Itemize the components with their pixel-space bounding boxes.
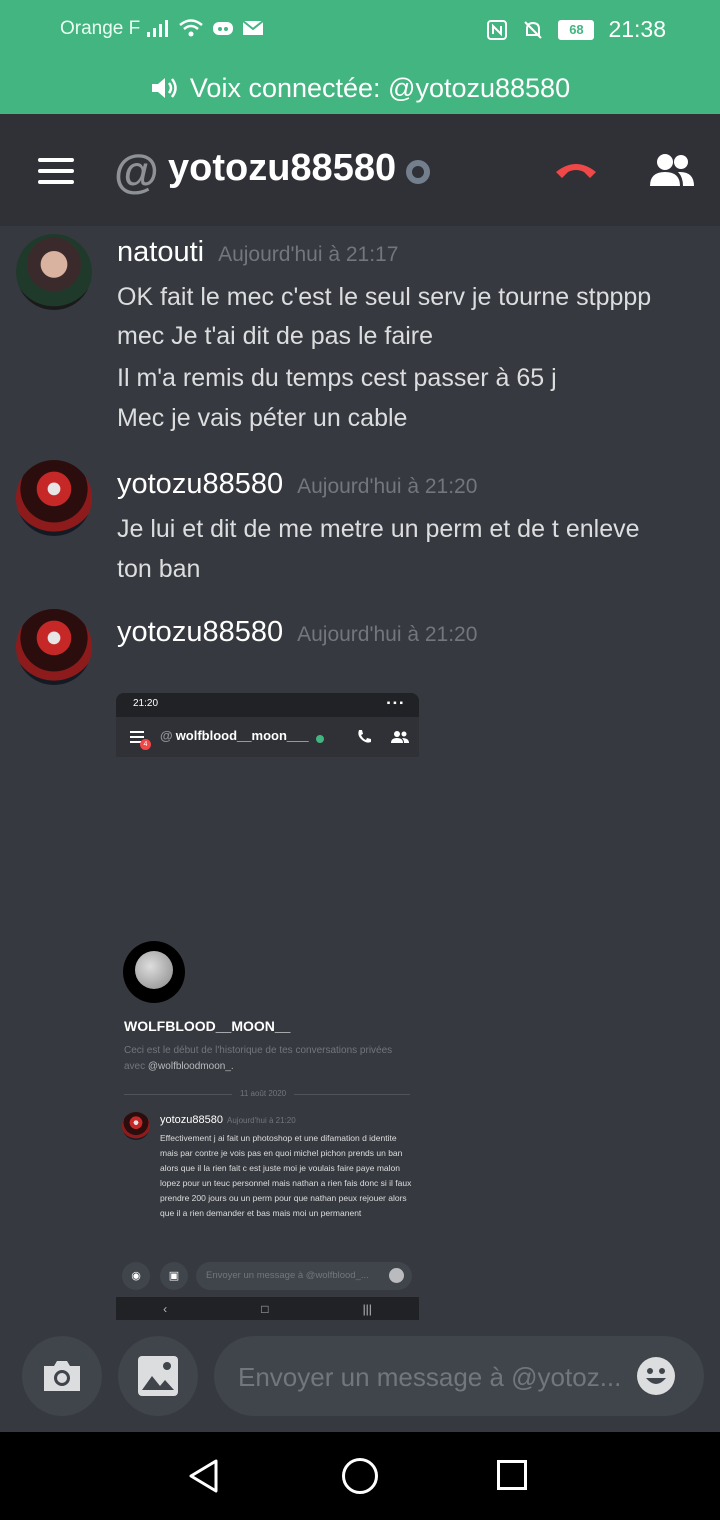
- attachment-nav-bar: ‹ □ |||: [116, 1297, 419, 1320]
- image-attachment[interactable]: 21:20 ▪ ▪ ▪ 4 @ wolfblood__moon___ WOLFBL…: [116, 693, 419, 1320]
- offline-status-icon: [406, 160, 430, 184]
- message-text: Il m'a remis du temps cest passer à 65 j: [117, 364, 557, 392]
- voice-connected-banner[interactable]: Voix connectée: @yotozu88580: [0, 62, 720, 114]
- message-timestamp: Aujourd'hui à 21:20: [297, 623, 478, 646]
- attachment-input: Envoyer un message à @wolfblood_...: [196, 1262, 412, 1290]
- nfc-icon: [487, 19, 508, 40]
- members-icon: [391, 731, 409, 743]
- attachment-title: @ wolfblood__moon___: [160, 728, 309, 743]
- image-icon: [138, 1356, 178, 1396]
- menu-icon[interactable]: [38, 158, 74, 184]
- attachment-composer: ◉ ▣ Envoyer un message à @wolfblood_...: [122, 1262, 412, 1292]
- mail-icon: [242, 20, 264, 35]
- avatar[interactable]: [16, 609, 92, 685]
- profile-name: WOLFBLOOD__MOON__: [124, 1018, 291, 1034]
- phone-icon: [358, 730, 371, 743]
- attachment-status-icons: ▪ ▪ ▪: [386, 698, 403, 709]
- back-icon[interactable]: [186, 1458, 222, 1494]
- signal-icon: [147, 20, 168, 37]
- avatar[interactable]: [16, 234, 92, 310]
- message-text: OK fait le mec c'est le seul serv je tou…: [117, 283, 652, 311]
- home-icon: □: [261, 1301, 269, 1316]
- status-icons: [146, 18, 264, 38]
- camera-icon: ◉: [122, 1262, 150, 1290]
- message-text: mec Je t'ai dit de pas le faire: [117, 322, 434, 350]
- avatar: [122, 1112, 150, 1140]
- system-nav-bar: [0, 1432, 720, 1520]
- recent-apps-icon: |||: [362, 1301, 372, 1316]
- recent-apps-icon[interactable]: [497, 1460, 527, 1490]
- message-author[interactable]: yotozu88580 Aujourd'hui à 21:20: [117, 468, 477, 501]
- message-timestamp: Aujourd'hui à 21:17: [218, 243, 399, 266]
- clock: 21:38: [608, 16, 666, 42]
- emoji-icon: [389, 1268, 404, 1283]
- channel-header: @ yotozu88580: [0, 114, 720, 226]
- home-icon[interactable]: [342, 1458, 378, 1494]
- battery-icon: 68: [558, 19, 595, 40]
- attachment-message-timestamp: Aujourd'hui à 21:20: [227, 1116, 296, 1125]
- gallery-button[interactable]: [118, 1336, 198, 1416]
- message-timestamp: Aujourd'hui à 21:20: [297, 475, 478, 498]
- attachment-clock: 21:20: [133, 698, 159, 709]
- page-title[interactable]: yotozu88580: [168, 147, 396, 190]
- gallery-icon: ▣: [160, 1262, 188, 1290]
- avatar[interactable]: [16, 460, 92, 536]
- back-icon: ‹: [163, 1301, 168, 1316]
- members-icon[interactable]: [648, 152, 696, 188]
- message-input[interactable]: Envoyer un message à @yotoz...: [214, 1336, 704, 1416]
- emoji-icon[interactable]: [636, 1356, 676, 1396]
- message-author[interactable]: natouti Aujourd'hui à 21:17: [117, 236, 398, 269]
- composer: Envoyer un message à @yotoz...: [0, 1320, 720, 1432]
- camera-button[interactable]: [22, 1336, 102, 1416]
- conversation-intro: Ceci est le début de l'historique de tes…: [124, 1045, 393, 1072]
- hangup-icon[interactable]: [552, 154, 600, 184]
- online-status-icon: [316, 735, 324, 743]
- speaker-icon: [151, 78, 177, 98]
- message-text: Je lui et dit de me metre un perm et de …: [117, 515, 640, 543]
- at-icon: @: [114, 145, 159, 197]
- status-right: 68 21:38: [486, 16, 666, 43]
- attachment-header: 4 @ wolfblood__moon___: [116, 717, 419, 757]
- attachment-message-author: yotozu88580 Aujourd'hui à 21:20: [160, 1114, 296, 1126]
- wifi-icon: [179, 19, 203, 37]
- mute-bell-icon: [524, 20, 543, 39]
- attachment-status-bar: 21:20 ▪ ▪ ▪: [116, 693, 419, 717]
- wolf-avatar: [123, 941, 185, 1003]
- carrier-label: Orange F: [60, 18, 141, 39]
- message-text: Mec je vais péter un cable: [117, 404, 408, 432]
- message-input-placeholder: Envoyer un message à @yotoz...: [238, 1362, 622, 1392]
- status-bar: Orange F 68 21:38: [0, 0, 720, 62]
- at-icon: @: [160, 728, 173, 743]
- message-text: ton ban: [117, 555, 201, 583]
- date-divider-label: 11 août 2020: [232, 1089, 295, 1098]
- notification-badge: 4: [140, 739, 151, 750]
- attachment-message-text: Effectivement j ai fait un photoshop et …: [160, 1133, 412, 1218]
- voice-connected-label: Voix connectée: @yotozu88580: [189, 72, 571, 103]
- discord-icon: [213, 22, 233, 35]
- message-author[interactable]: yotozu88580 Aujourd'hui à 21:20: [117, 616, 477, 649]
- camera-icon: [44, 1361, 80, 1391]
